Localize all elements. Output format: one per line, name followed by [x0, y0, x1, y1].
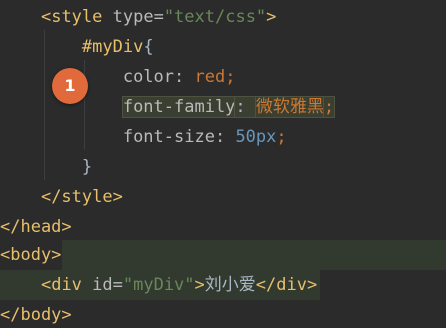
- code-line[interactable]: <style type="text/css">: [0, 2, 446, 32]
- colon: :: [214, 127, 236, 147]
- css-property: color: [122, 67, 175, 87]
- tag-name: </head>: [0, 217, 72, 237]
- css-property: font-family: [121, 96, 237, 118]
- attribute-name: type=: [102, 7, 164, 27]
- code-line[interactable]: }: [0, 152, 446, 182]
- code-line[interactable]: font-family: 微软雅黑;: [0, 92, 446, 122]
- tag-name: <body>: [0, 245, 62, 265]
- code-line[interactable]: </body>: [0, 300, 446, 328]
- css-property: font-size: [122, 127, 215, 147]
- tag-close-bracket: >: [194, 275, 205, 295]
- attribute-name: id=: [81, 275, 123, 295]
- css-value: red: [194, 67, 226, 87]
- css-selector: #myDiv: [81, 37, 144, 57]
- semicolon: ;: [322, 96, 336, 118]
- code-line[interactable]: font-size: 50px;: [0, 122, 446, 152]
- tag-close-bracket: >: [266, 7, 277, 27]
- code-line[interactable]: #myDiv{: [0, 32, 446, 62]
- code-line[interactable]: </style>: [0, 182, 446, 212]
- code-editor[interactable]: <style type="text/css"> #myDiv{ color: r…: [0, 0, 446, 328]
- tag-open-bracket: <: [40, 7, 52, 27]
- close-brace: }: [81, 157, 93, 177]
- tag-name: </body>: [0, 305, 72, 325]
- css-value: 微软雅黑: [254, 96, 325, 118]
- tag-name: </div>: [255, 275, 318, 295]
- tag-open-bracket: <: [40, 275, 52, 295]
- colon: :: [174, 67, 195, 87]
- semicolon: ;: [225, 67, 236, 87]
- colon: :: [234, 96, 257, 118]
- tag-name: div: [51, 275, 82, 295]
- tag-name: style: [51, 7, 103, 27]
- element-text: 刘小爱: [204, 275, 256, 295]
- code-line[interactable]: </head>: [0, 212, 446, 242]
- css-value: 50px: [235, 127, 277, 147]
- tag-name: </style>: [40, 187, 123, 207]
- open-brace: {: [143, 37, 154, 57]
- semicolon: ;: [276, 127, 287, 147]
- attribute-value: "myDiv": [122, 275, 195, 295]
- attribute-value: "text/css": [163, 7, 267, 27]
- code-line[interactable]: <body>: [0, 240, 446, 270]
- code-line[interactable]: <div id="myDiv">刘小爱</div>: [0, 270, 320, 300]
